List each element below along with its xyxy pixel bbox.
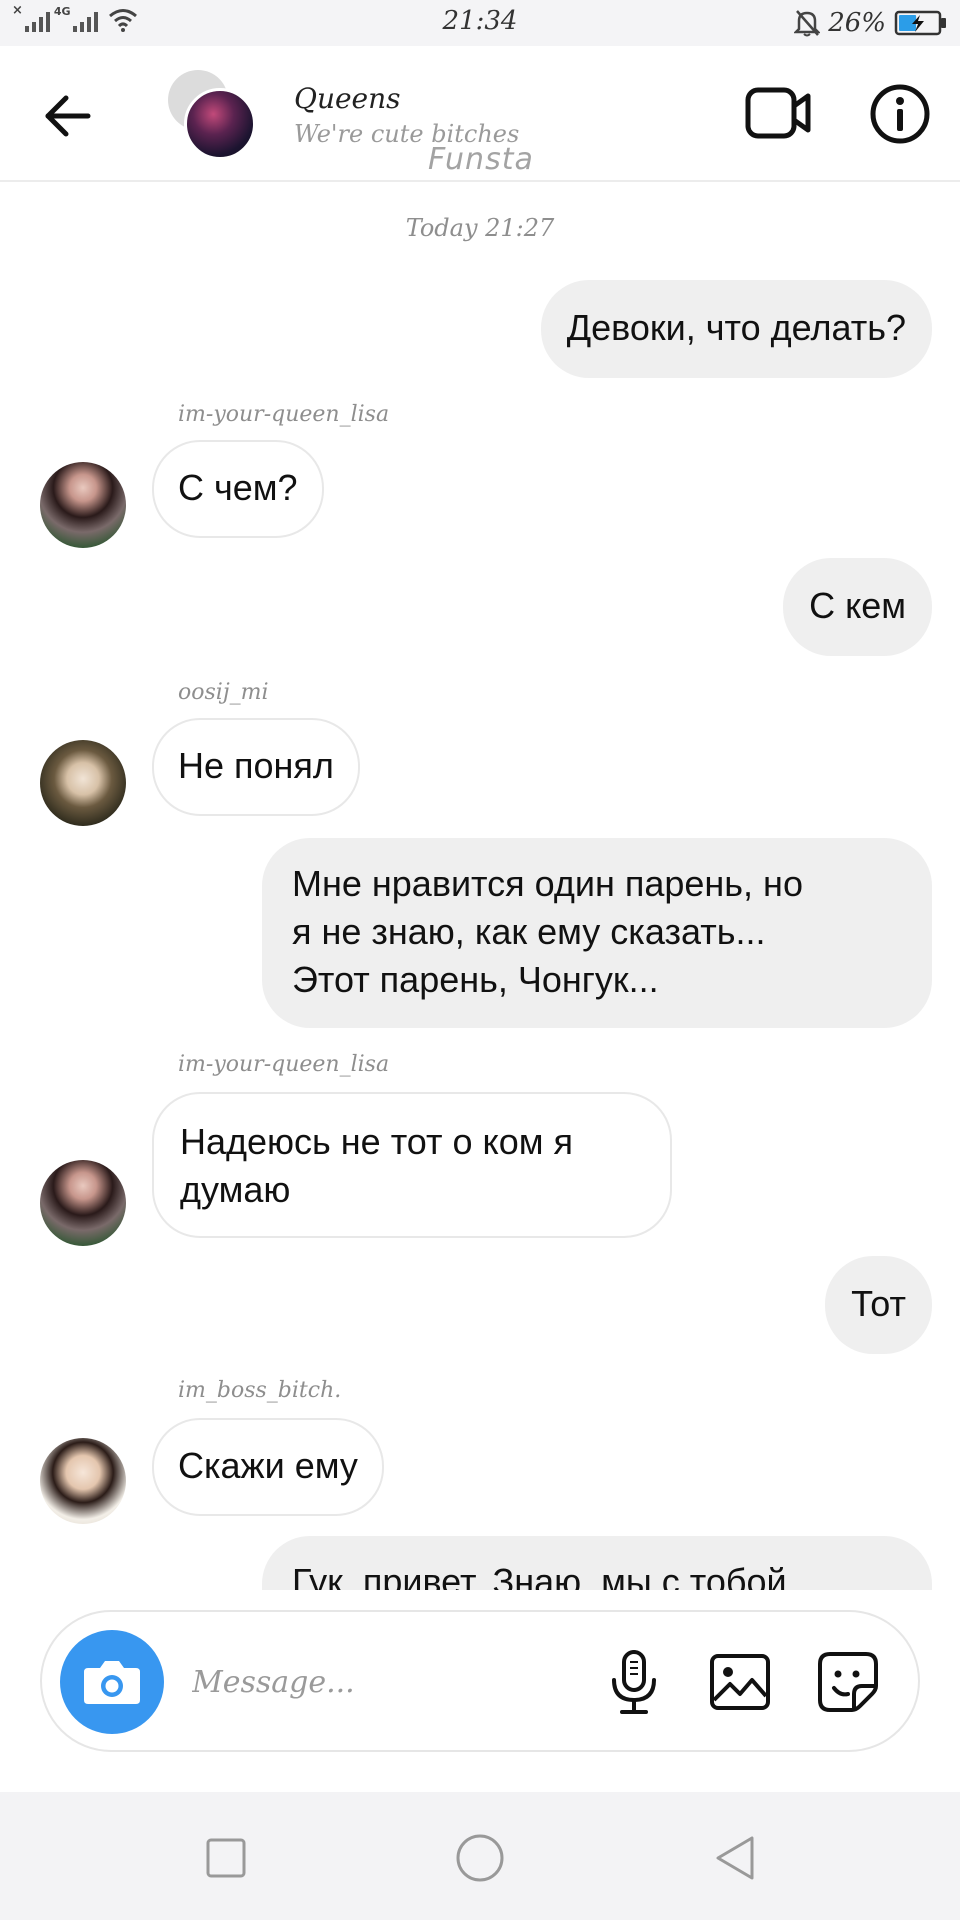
back-arrow-icon — [45, 95, 91, 137]
message-bubble-outgoing[interactable]: Девоки, что делать? — [540, 280, 932, 378]
message-text: Гук, привет. Знаю, мы с тобой — [292, 1561, 787, 1590]
recents-button[interactable] — [198, 1830, 254, 1886]
sticker-icon — [818, 1652, 878, 1712]
avatar[interactable] — [40, 1438, 126, 1524]
battery-icon — [894, 10, 946, 36]
home-button[interactable] — [452, 1830, 508, 1886]
group-title[interactable]: Queens — [294, 82, 401, 115]
circle-icon — [456, 1834, 504, 1882]
microphone-icon — [612, 1650, 656, 1714]
message-line: Этот парень, Чонгук... — [292, 959, 659, 1000]
voice-message-button[interactable] — [600, 1648, 668, 1716]
video-call-button[interactable] — [744, 82, 814, 144]
message-text: С чем? — [178, 467, 298, 508]
sender-name: im_boss_bitch. — [178, 1378, 342, 1403]
info-button[interactable] — [868, 82, 932, 146]
group-avatar[interactable] — [168, 70, 258, 162]
square-icon — [206, 1838, 246, 1878]
message-text: Девоки, что делать? — [566, 307, 906, 348]
avatar[interactable] — [40, 1160, 126, 1246]
info-icon — [870, 84, 930, 144]
status-bar: × 4G 21:34 26% — [0, 0, 960, 46]
message-line: я не знаю, как ему сказать... — [292, 911, 766, 952]
camera-icon — [84, 1661, 140, 1704]
sender-name: im-your-queen_lisa — [178, 1052, 390, 1077]
avatar[interactable] — [40, 740, 126, 826]
back-nav-button[interactable] — [706, 1830, 762, 1886]
message-bubble-incoming[interactable]: Скажи ему — [152, 1418, 384, 1516]
message-bubble-outgoing[interactable]: Мне нравится один парень, но я не знаю, … — [262, 838, 932, 1028]
funsta-watermark: Funsta — [428, 142, 534, 177]
message-bubble-incoming[interactable]: Надеюсь не тот о ком я думаю — [152, 1092, 672, 1238]
message-line: Надеюсь не тот о ком я — [180, 1121, 573, 1162]
message-list[interactable]: Today 21:27 Девоки, что делать? im-your-… — [0, 184, 960, 1590]
message-bubble-incoming[interactable]: Не понял — [152, 718, 360, 816]
avatar[interactable] — [40, 462, 126, 548]
mute-bell-icon — [794, 10, 821, 37]
sender-name: im-your-queen_lisa — [178, 402, 390, 427]
system-nav-bar — [0, 1792, 960, 1920]
status-right: 26% — [794, 8, 948, 38]
message-composer — [40, 1610, 920, 1752]
message-bubble-outgoing[interactable]: Тот — [825, 1256, 932, 1354]
message-bubble-incoming[interactable]: С чем? — [152, 440, 324, 538]
group-avatar-front — [184, 88, 256, 160]
message-text: Тот — [851, 1283, 906, 1324]
battery-percent: 26% — [828, 8, 886, 38]
message-text: Скажи ему — [178, 1445, 358, 1486]
message-text: Не понял — [178, 745, 334, 786]
chat-timestamp: Today 21:27 — [405, 214, 555, 242]
message-line: думаю — [180, 1169, 291, 1210]
image-icon — [710, 1654, 770, 1710]
message-input[interactable] — [192, 1652, 612, 1712]
message-line: Мне нравится один парень, но — [292, 863, 803, 904]
sender-name: oosij_mi — [178, 680, 269, 705]
triangle-back-icon — [716, 1836, 754, 1880]
back-button[interactable] — [40, 88, 96, 144]
message-bubble-outgoing[interactable]: Гук, привет. Знаю, мы с тобой — [262, 1536, 932, 1590]
video-camera-icon — [745, 87, 811, 139]
sticker-button[interactable] — [816, 1650, 880, 1714]
camera-button[interactable] — [60, 1630, 164, 1734]
message-text: С кем — [809, 585, 906, 626]
gallery-button[interactable] — [708, 1650, 772, 1714]
message-bubble-outgoing[interactable]: С кем — [783, 558, 932, 656]
chat-header: Queens We're cute bitches Funsta — [0, 46, 960, 182]
